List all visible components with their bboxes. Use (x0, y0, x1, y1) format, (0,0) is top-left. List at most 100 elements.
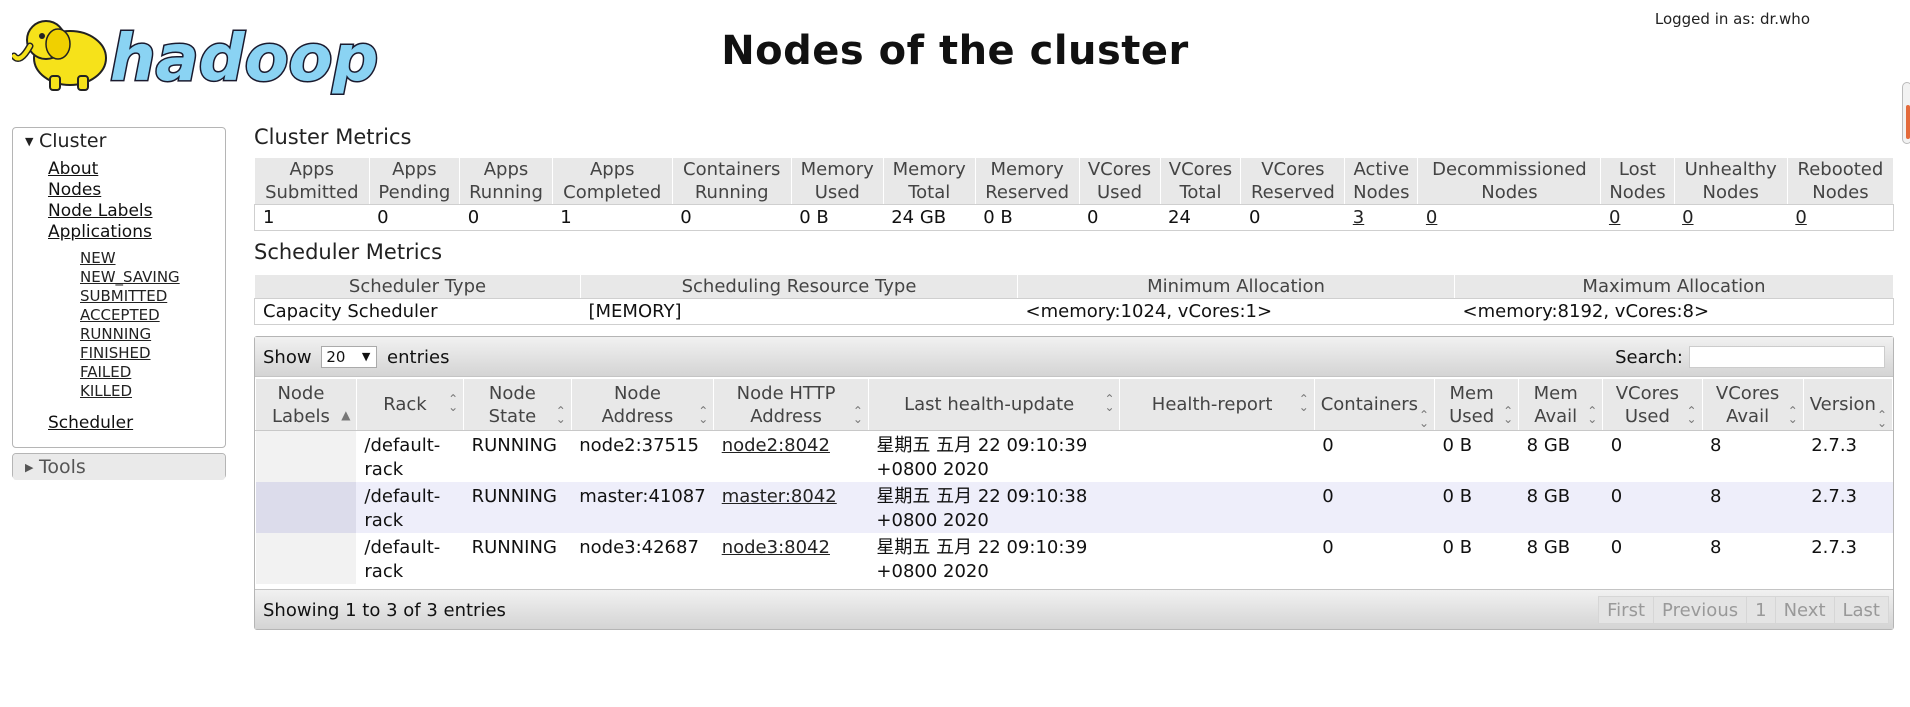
page-title: Nodes of the cluster (721, 28, 1189, 74)
node-http-address-cell: master:8042 (713, 482, 869, 533)
node-http-link[interactable]: master:8042 (722, 486, 837, 507)
nav-link-about[interactable]: About (48, 159, 98, 179)
sort-both-icon: ⌃ ⌄ (1587, 404, 1598, 426)
sort-both-icon: ⌃ ⌄ (1104, 392, 1115, 414)
nav-tools-panel[interactable]: ▶ Tools (12, 453, 226, 480)
scrollbar-thumb[interactable] (1902, 82, 1910, 144)
node-state-cell: RUNNING (463, 533, 572, 584)
column-header-rack[interactable]: Rack ⌃ ⌄ (355, 378, 465, 431)
column-header-node-state[interactable]: Node State ⌃ ⌄ (463, 378, 572, 431)
column-header-containers[interactable]: Containers ⌃ ⌄ (1313, 378, 1436, 431)
pager-first-button[interactable]: First (1598, 596, 1655, 624)
metric-header: Memory Reserved (974, 157, 1080, 205)
metric-lost-nodes-link[interactable]: 0 (1609, 207, 1620, 228)
pager-page-1-button[interactable]: 1 (1746, 596, 1776, 624)
sort-asc-icon: ▲ (341, 408, 351, 422)
column-header-node-http-address[interactable]: Node HTTP Address ⌃ ⌄ (713, 378, 869, 431)
nav-app-state-finished[interactable]: FINISHED (80, 344, 151, 362)
metric-apps-submitted: 1 (254, 204, 370, 231)
metric-header: VCores Total (1159, 157, 1242, 205)
column-header-vcores-avail[interactable]: VCores Avail ⌃ ⌄ (1701, 378, 1804, 431)
sort-both-icon: ⌃ ⌄ (1787, 404, 1798, 426)
nav-cluster-label: Cluster (39, 130, 107, 152)
cluster-metrics-title: Cluster Metrics (254, 125, 412, 149)
node-http-link[interactable]: node2:8042 (722, 435, 830, 456)
version-cell: 2.7.3 (1803, 533, 1893, 584)
vcores-used-cell: 0 (1602, 482, 1703, 533)
search-control: Search: (1615, 346, 1885, 368)
mem-avail-cell: 8 GB (1518, 533, 1603, 584)
column-header-node-labels[interactable]: Node Labels ▲ (255, 378, 357, 431)
metric-header: Memory Used (790, 157, 884, 205)
metric-apps-completed: 1 (552, 204, 673, 231)
column-header-mem-avail[interactable]: Mem Avail ⌃ ⌄ (1518, 378, 1604, 431)
nav-app-state-new-saving[interactable]: NEW_SAVING (80, 268, 180, 286)
node-http-address-cell: node3:8042 (713, 533, 869, 584)
node-http-link[interactable]: node3:8042 (722, 537, 830, 558)
rack-cell: /default-rack (356, 533, 464, 584)
rack-cell: /default-rack (356, 430, 464, 482)
containers-cell: 0 (1314, 430, 1435, 482)
caret-right-icon: ▶ (25, 461, 34, 474)
column-header-last-health-update[interactable]: Last health-update ⌃ ⌄ (867, 378, 1121, 431)
pager-next-button[interactable]: Next (1774, 596, 1835, 624)
metric-vcores-used: 0 (1079, 204, 1160, 231)
column-header-node-address[interactable]: Node Address ⌃ ⌄ (570, 378, 715, 431)
nodes-header-row: Node Labels ▲ Rack ⌃ ⌄ Node State ⌃ ⌄ Node Addre… (255, 378, 1894, 431)
vcores-used-cell: 0 (1602, 533, 1703, 584)
nav-tools-label: Tools (39, 456, 86, 478)
column-header-health-report[interactable]: Health-report ⌃ ⌄ (1119, 378, 1315, 431)
pager-last-button[interactable]: Last (1833, 596, 1889, 624)
nav-link-nodes[interactable]: Nodes (48, 180, 101, 200)
metric-header: Apps Running (459, 157, 553, 205)
node-http-address-cell: node2:8042 (713, 430, 869, 482)
nav-cluster-panel: ▼ Cluster About Nodes Node Labels Applica… (12, 127, 226, 448)
page-length-select[interactable]: 20 ▼ (321, 346, 378, 368)
nav-app-state-new[interactable]: NEW (80, 249, 116, 267)
metric-apps-running: 0 (459, 204, 553, 231)
pager-previous-button[interactable]: Previous (1653, 596, 1748, 624)
nodes-datatable: Show 20 ▼ entries Search: Node Labels ▲ Rac… (254, 336, 1894, 630)
column-header-mem-used[interactable]: Mem Used ⌃ ⌄ (1434, 378, 1520, 431)
node-address-cell: master:41087 (571, 482, 714, 533)
sort-both-icon: ⌃ ⌄ (1298, 392, 1309, 414)
metric-unhealthy-nodes-link[interactable]: 0 (1682, 207, 1693, 228)
last-health-update-cell: 星期五 五月 22 09:10:39 +0800 2020 (868, 533, 1120, 584)
search-input[interactable] (1689, 346, 1885, 368)
nav-link-scheduler[interactable]: Scheduler (48, 413, 133, 433)
cluster-metrics-table: Apps Submitted Apps Pending Apps Running Ap… (254, 157, 1895, 231)
metric-header: Unhealthy Nodes (1673, 157, 1788, 205)
metric-header: VCores Reserved (1240, 157, 1346, 205)
nav-app-state-failed[interactable]: FAILED (80, 363, 131, 381)
table-row: /default-rack RUNNING node2:37515 node2:… (255, 430, 1893, 482)
metric-rebooted-nodes-link[interactable]: 0 (1795, 207, 1806, 228)
cluster-metrics-values-row: 1 0 0 1 0 0 B 24 GB 0 B 0 24 0 3 0 0 0 0 (254, 204, 1894, 231)
chevron-down-icon: ▼ (361, 350, 371, 363)
nav-link-applications[interactable]: Applications (48, 222, 152, 242)
nav-app-state-killed[interactable]: KILLED (80, 382, 132, 400)
vcores-avail-cell: 8 (1702, 482, 1804, 533)
metric-header: Memory Total (882, 157, 976, 205)
metric-header: Rebooted Nodes (1786, 157, 1895, 205)
column-header-vcores-used[interactable]: VCores Used ⌃ ⌄ (1602, 378, 1703, 431)
metric-decommissioned-nodes-link[interactable]: 0 (1426, 207, 1437, 228)
metric-vcores-total: 24 (1160, 204, 1241, 231)
nav-app-state-submitted[interactable]: SUBMITTED (80, 287, 167, 305)
metric-memory-reserved: 0 B (975, 204, 1080, 231)
nav-cluster-header[interactable]: ▼ Cluster (13, 128, 225, 154)
vcores-used-cell: 0 (1602, 430, 1703, 482)
rack-cell: /default-rack (356, 482, 464, 533)
scheduler-metrics-table: Scheduler Type Scheduling Resource Type … (254, 274, 1894, 325)
metric-active-nodes-link[interactable]: 3 (1353, 207, 1364, 228)
metric-header: Apps Pending (368, 157, 461, 205)
metric-header: Active Nodes (1344, 157, 1419, 205)
scheduler-header: Scheduler Type (254, 274, 581, 299)
version-cell: 2.7.3 (1803, 482, 1893, 533)
login-info: Logged in as: dr.who (1654, 10, 1810, 28)
nav-app-state-accepted[interactable]: ACCEPTED (80, 306, 160, 324)
minimum-allocation: <memory:1024, vCores:1> (1017, 298, 1455, 325)
nav-link-node-labels[interactable]: Node Labels (48, 201, 153, 221)
column-header-version[interactable]: Version ⌃ ⌄ (1802, 378, 1894, 431)
nav-tools-header[interactable]: ▶ Tools (13, 454, 225, 480)
nav-app-state-running[interactable]: RUNNING (80, 325, 151, 343)
